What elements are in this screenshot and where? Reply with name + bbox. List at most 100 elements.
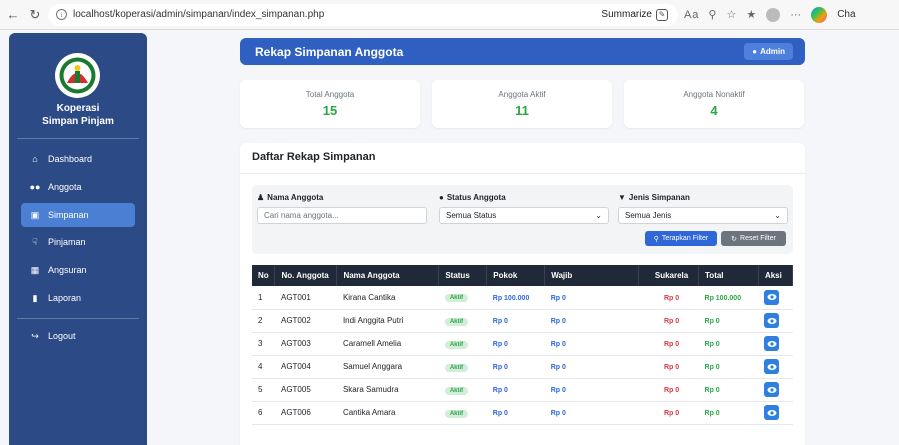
wajib-amount: Rp 0 — [550, 318, 566, 325]
stat-label: Anggota Aktif — [498, 90, 546, 99]
favorites-list-icon[interactable]: ★ — [746, 8, 756, 21]
total-amount: Rp 100.000 — [704, 294, 742, 302]
view-detail-button[interactable] — [764, 289, 780, 305]
cell-name: Skara Samudra — [336, 378, 439, 402]
cell-status: Aktif — [438, 332, 487, 356]
stat-label: Total Anggota — [305, 90, 355, 99]
sidebar-item-laporan[interactable]: ▮ Laporan — [21, 286, 135, 310]
sidebar-item-label: Anggota — [48, 182, 82, 192]
filter-icon: ▼ — [618, 193, 626, 202]
pokok-amount: Rp 0 — [492, 410, 508, 417]
cell-member-no: AGT005 — [274, 378, 337, 402]
address-bar[interactable]: i localhost/koperasi/admin/simpanan/inde… — [48, 3, 678, 26]
cell-status: Aktif — [438, 378, 487, 402]
summarize-button[interactable]: Summarize ✎ — [601, 8, 668, 21]
cell-member-no: AGT004 — [274, 355, 337, 379]
type-select[interactable]: Semua Jenis ⌄ — [618, 207, 788, 224]
copilot-label[interactable]: Cha — [837, 9, 855, 20]
sidebar-item-dashboard[interactable]: ⌂ Dashboard — [21, 147, 135, 171]
pokok-amount: Rp 0 — [492, 364, 508, 371]
cell-action — [758, 401, 793, 425]
pokok-amount: Rp 100.000 — [492, 294, 530, 302]
view-detail-button[interactable] — [764, 336, 780, 351]
admin-button[interactable]: ● Admin — [744, 43, 793, 60]
status-circle-icon: ● — [439, 193, 444, 202]
pokok-amount: Rp 0 — [492, 387, 508, 394]
cell-action — [758, 332, 793, 356]
page-header: Rekap Simpanan Anggota ● Admin — [240, 38, 805, 65]
reset-filter-label: Reset Filter — [740, 235, 776, 242]
back-icon[interactable]: ← — [4, 6, 22, 24]
eye-icon — [767, 340, 777, 347]
cell-sukarela: Rp 0 — [638, 401, 699, 425]
cell-name: Samuel Anggara — [336, 355, 439, 379]
view-detail-button[interactable] — [764, 313, 780, 328]
brand-name: Koperasi Simpan Pinjam — [9, 102, 147, 128]
cell-member-no: AGT001 — [274, 286, 337, 310]
name-search-input[interactable]: Cari nama anggota... — [257, 207, 427, 224]
eye-icon — [767, 294, 777, 301]
col-header-total: Total — [698, 265, 759, 286]
sukarela-amount: Rp 0 — [663, 318, 680, 325]
cell-name: Kirana Cantika — [336, 286, 439, 310]
copilot-icon[interactable] — [811, 6, 828, 23]
cell-status: Aktif — [438, 401, 487, 425]
section-title: Daftar Rekap Simpanan — [252, 151, 376, 163]
profile-avatar[interactable] — [766, 7, 781, 22]
chevron-down-icon: ⌄ — [774, 211, 781, 220]
browser-toolbar: ← ↻ i localhost/koperasi/admin/simpanan/… — [0, 0, 899, 30]
cell-member-no: AGT003 — [274, 332, 337, 356]
stat-card-inactive: Anggota Nonaktif 4 — [624, 80, 804, 128]
col-header-member-no: No. Anggota — [274, 265, 338, 286]
apply-filter-button[interactable]: ⚲ Terapkan Filter — [645, 231, 717, 246]
eye-icon — [767, 363, 777, 370]
sidebar-item-pinjaman[interactable]: ☟ Pinjaman — [21, 230, 135, 254]
favorite-star-icon[interactable]: ☆ — [726, 8, 736, 21]
sidebar-item-label: Dashboard — [48, 154, 93, 164]
sidebar-item-label: Laporan — [48, 293, 82, 303]
eye-icon — [767, 317, 777, 324]
cell-action — [758, 309, 793, 333]
reset-filter-button[interactable]: ↻ Reset Filter — [721, 231, 786, 246]
apply-filter-label: Terapkan Filter — [661, 235, 709, 242]
home-icon: ⌂ — [32, 154, 38, 164]
sidebar-item-logout[interactable]: ↪ Logout — [21, 324, 135, 348]
reload-icon[interactable]: ↻ — [26, 6, 44, 24]
status-select[interactable]: Semua Status ⌄ — [439, 207, 609, 224]
status-badge: Aktif — [444, 294, 469, 303]
sidebar-divider — [17, 318, 139, 319]
view-detail-button[interactable] — [764, 359, 780, 374]
sidebar-item-angsuran[interactable]: ▦ Angsuran — [21, 258, 135, 282]
sidebar-item-simpanan[interactable]: ▣ Simpanan — [21, 203, 135, 227]
site-info-icon[interactable]: i — [56, 9, 67, 20]
cell-total: Rp 0 — [698, 332, 759, 356]
brand-line-1: Koperasi — [56, 103, 100, 114]
stat-card-active: Anggota Aktif 11 — [432, 80, 612, 128]
cell-wajib: Rp 0 — [544, 378, 639, 402]
status-badge: Aktif — [444, 409, 469, 418]
status-badge: Aktif — [444, 340, 469, 349]
total-amount: Rp 0 — [704, 364, 720, 371]
wajib-amount: Rp 0 — [550, 364, 566, 371]
col-header-name: Nama Anggota — [336, 265, 440, 286]
view-detail-button[interactable] — [764, 382, 780, 397]
read-aloud-icon[interactable]: A a — [684, 9, 698, 21]
stat-value: 4 — [710, 103, 718, 118]
cell-wajib: Rp 0 — [544, 355, 639, 379]
cell-wajib: Rp 0 — [544, 332, 639, 356]
more-menu-icon[interactable]: ··· — [790, 9, 801, 21]
cell-status: Aktif — [438, 286, 487, 310]
cell-sukarela: Rp 0 — [638, 286, 699, 310]
rekap-card: Daftar Rekap Simpanan ♟ Nama Anggota Car… — [240, 143, 805, 445]
view-detail-button[interactable] — [764, 405, 780, 420]
admin-label: Admin — [760, 47, 785, 56]
wajib-amount: Rp 0 — [550, 387, 566, 394]
cell-no: 3 — [252, 332, 275, 356]
cell-member-no: AGT002 — [274, 309, 337, 333]
wajib-amount: Rp 0 — [550, 410, 566, 417]
zoom-icon[interactable]: ⚲ — [708, 8, 716, 21]
calendar-icon: ▦ — [30, 264, 40, 275]
users-icon: ●● — [29, 182, 41, 192]
user-circle-icon: ● — [752, 47, 758, 56]
sidebar-item-anggota[interactable]: ●● Anggota — [21, 175, 135, 199]
